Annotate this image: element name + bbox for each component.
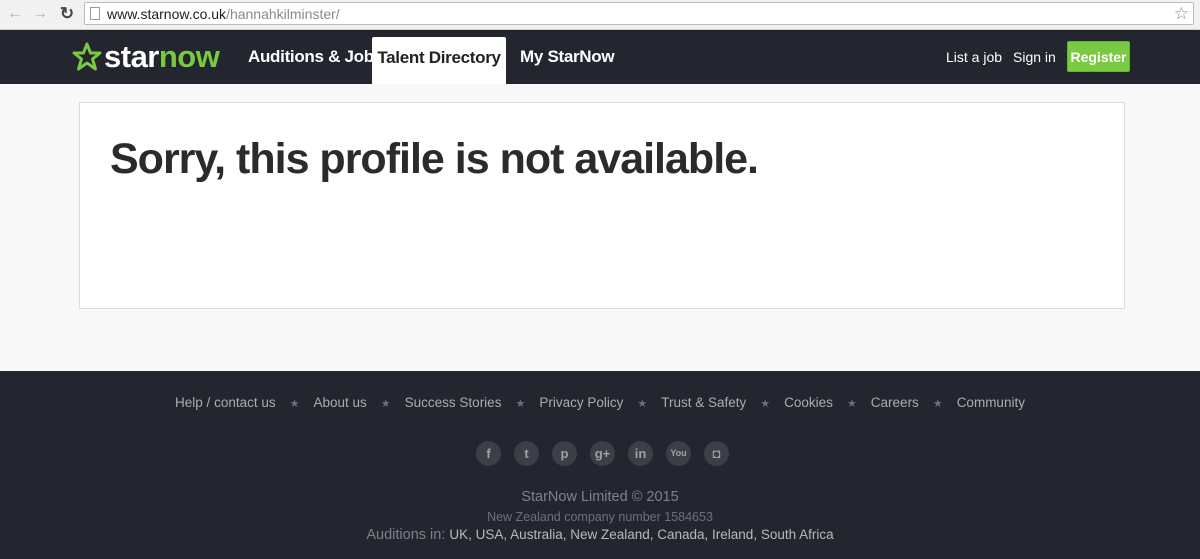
site-footer: Help / contact us ★ About us ★ Success Stori…: [0, 371, 1200, 559]
bookmark-star-icon[interactable]: ☆: [1174, 3, 1189, 24]
social-icons: f t p g+ in You ◘: [476, 441, 729, 466]
youtube-icon[interactable]: You: [666, 441, 691, 466]
starnow-logo[interactable]: starnow: [72, 37, 220, 77]
facebook-icon[interactable]: f: [476, 441, 501, 466]
company-number-text: New Zealand company number 1584653: [487, 510, 713, 524]
linkedin-icon[interactable]: in: [628, 441, 653, 466]
reload-icon[interactable]: ↻: [58, 5, 76, 23]
footer-link-about[interactable]: About us: [313, 395, 366, 410]
back-arrow-icon[interactable]: ←: [6, 5, 24, 23]
separator-star-icon: ★: [289, 398, 300, 410]
forward-arrow-icon[interactable]: →: [31, 5, 49, 23]
site-header: starnow Auditions & Jobs Talent Director…: [0, 30, 1200, 84]
separator-star-icon: ★: [932, 398, 943, 410]
separator-star-icon: ★: [637, 398, 648, 410]
footer-link-careers[interactable]: Careers: [871, 395, 919, 410]
page-title: Sorry, this profile is not available.: [110, 135, 759, 183]
auditions-in-countries: Auditions in: UK, USA, Australia, New Ze…: [0, 527, 1200, 543]
instagram-icon[interactable]: ◘: [704, 441, 729, 466]
separator-star-icon: ★: [760, 398, 771, 410]
twitter-icon[interactable]: t: [514, 441, 539, 466]
footer-link-success-stories[interactable]: Success Stories: [405, 395, 502, 410]
separator-star-icon: ★: [846, 398, 857, 410]
footer-link-cookies[interactable]: Cookies: [784, 395, 833, 410]
nav-talent-directory[interactable]: Talent Directory: [372, 37, 506, 84]
footer-link-privacy[interactable]: Privacy Policy: [539, 395, 623, 410]
url-path: /hannahkilminster/: [226, 6, 340, 22]
register-button[interactable]: Register: [1067, 41, 1130, 72]
sign-in-link[interactable]: Sign in: [1013, 30, 1056, 84]
auditions-in-label: Auditions in:: [366, 527, 446, 543]
footer-link-trust-safety[interactable]: Trust & Safety: [661, 395, 746, 410]
page-icon: [90, 7, 100, 20]
copyright-text: StarNow Limited © 2015: [521, 489, 679, 505]
logo-text: starnow: [104, 39, 220, 74]
pinterest-icon[interactable]: p: [552, 441, 577, 466]
separator-star-icon: ★: [380, 398, 391, 410]
footer-links: Help / contact us ★ About us ★ Success Stori…: [0, 395, 1200, 410]
nav-auditions-jobs[interactable]: Auditions & Jobs: [248, 30, 383, 84]
logo-star-icon: [72, 42, 102, 71]
url-domain: www.starnow.co.uk: [107, 6, 227, 22]
url-text[interactable]: www.starnow.co.uk/hannahkilminster/: [107, 6, 340, 22]
footer-link-community[interactable]: Community: [957, 395, 1025, 410]
list-a-job-link[interactable]: List a job: [946, 30, 1002, 84]
countries-list[interactable]: UK, USA, Australia, New Zealand, Canada,…: [449, 527, 833, 542]
separator-star-icon: ★: [515, 398, 526, 410]
nav-my-starnow[interactable]: My StarNow: [520, 30, 615, 84]
address-bar[interactable]: www.starnow.co.uk/hannahkilminster/ ☆: [84, 2, 1194, 25]
footer-link-help[interactable]: Help / contact us: [175, 395, 276, 410]
browser-toolbar: ← → ↻ www.starnow.co.uk/hannahkilminster…: [0, 0, 1200, 30]
content-panel: Sorry, this profile is not available.: [79, 102, 1125, 309]
google-plus-icon[interactable]: g+: [590, 441, 615, 466]
